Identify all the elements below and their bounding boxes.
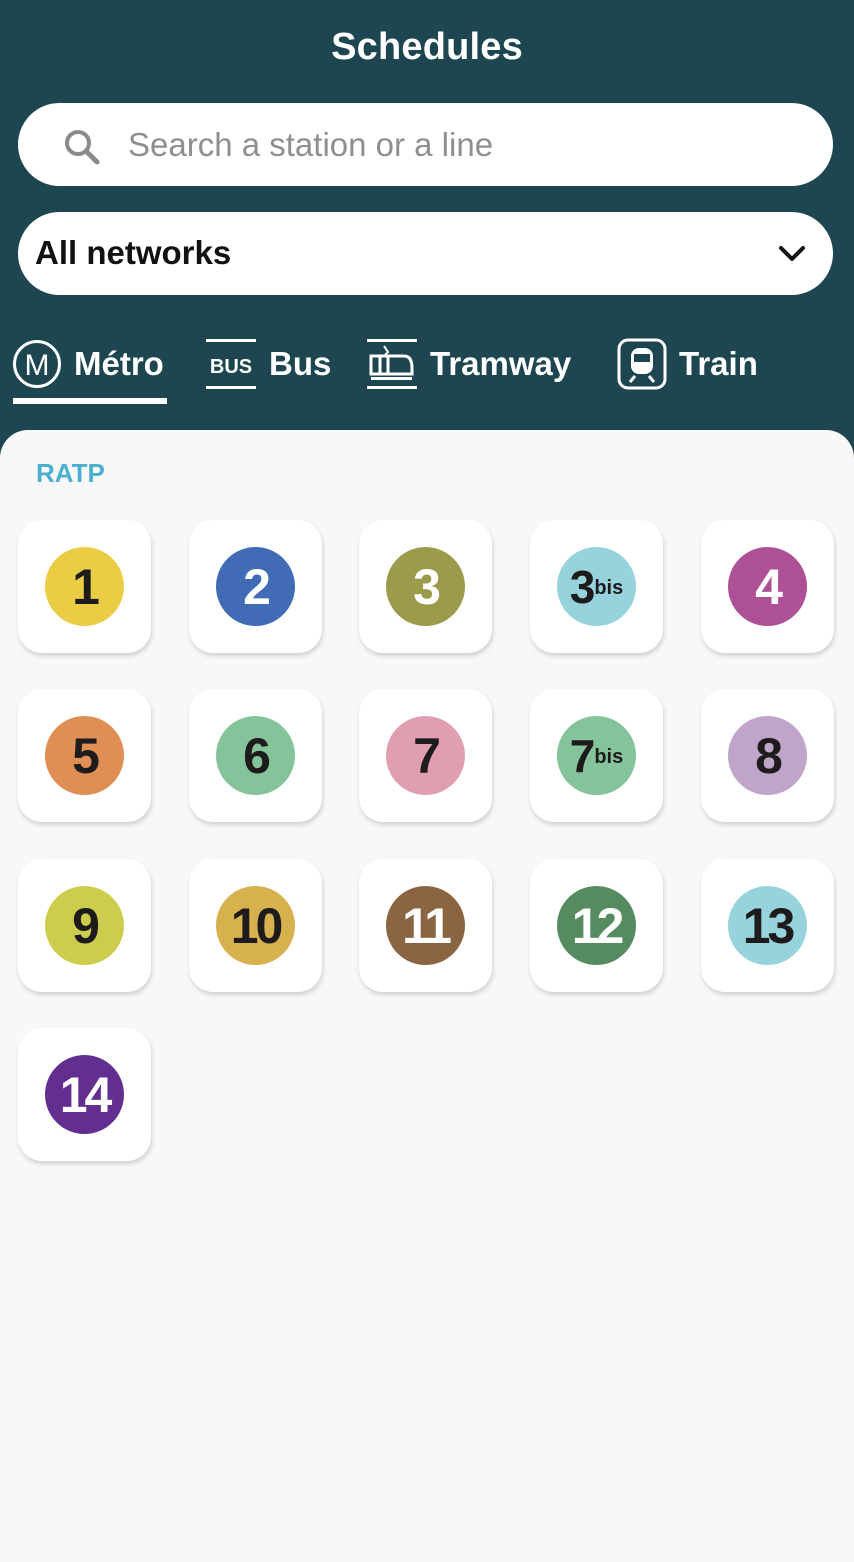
line-card[interactable]: 10: [189, 859, 322, 992]
chevron-down-icon: [779, 246, 805, 261]
network-select-value: All networks: [35, 234, 232, 271]
search-bar[interactable]: [18, 103, 833, 186]
tab-bus[interactable]: BUS Bus: [205, 338, 331, 390]
metro-line-badge: 14: [45, 1055, 124, 1134]
line-number: 12: [571, 897, 625, 954]
transport-tabs: M Métro BUS Bus Tramway Train: [0, 330, 854, 410]
line-number: 3: [413, 558, 441, 615]
metro-line-badge: 8: [728, 716, 807, 795]
line-card[interactable]: 7 bis: [530, 689, 663, 822]
search-icon: [65, 130, 100, 165]
line-number: 6: [243, 727, 271, 784]
line-card[interactable]: 5: [18, 689, 151, 822]
metro-line-badge: 7 bis: [557, 716, 636, 795]
tab-tramway[interactable]: Tramway: [366, 338, 571, 390]
line-card[interactable]: 4: [701, 520, 834, 653]
metro-line-badge: 9: [45, 886, 124, 965]
line-number: 8: [755, 727, 783, 784]
metro-line-badge: 13: [728, 886, 807, 965]
line-number: 2: [243, 558, 271, 615]
lines-grid: 1 2 3 3 bis 4 5 6 7 7 bis 8 9 10 11 12 13 14: [0, 430, 854, 1562]
lines-panel: RATP 1 2 3 3 bis 4 5 6 7 7 bis 8 9 10 11 12 13 14: [0, 430, 854, 1562]
line-card[interactable]: 3 bis: [530, 520, 663, 653]
tab-bus-label: Bus: [269, 345, 332, 382]
svg-text:M: M: [25, 349, 50, 382]
line-card[interactable]: 12: [530, 859, 663, 992]
svg-text:BUS: BUS: [210, 356, 252, 378]
line-number: 13: [742, 897, 796, 954]
tab-metro[interactable]: M Métro: [12, 338, 164, 390]
metro-line-badge: 5: [45, 716, 124, 795]
line-card[interactable]: 2: [189, 520, 322, 653]
line-number: 1: [72, 558, 100, 615]
metro-line-badge: 10: [216, 886, 295, 965]
tramway-icon: [367, 339, 417, 389]
metro-line-badge: 4: [728, 547, 807, 626]
line-suffix: bis: [594, 746, 624, 768]
line-card[interactable]: 3: [359, 520, 492, 653]
line-number: 9: [72, 897, 100, 954]
tab-train[interactable]: Train: [617, 338, 758, 390]
line-number: 5: [72, 727, 100, 784]
search-input[interactable]: [128, 117, 808, 173]
tab-tramway-label: Tramway: [430, 345, 572, 382]
network-select[interactable]: All networks: [18, 212, 833, 295]
tab-metro-label: Métro: [74, 345, 164, 382]
metro-line-badge: 12: [557, 886, 636, 965]
train-icon: [617, 338, 667, 390]
line-number: 7: [569, 729, 596, 782]
line-number: 11: [402, 897, 452, 954]
metro-line-badge: 6: [216, 716, 295, 795]
line-card[interactable]: 9: [18, 859, 151, 992]
line-number: 7: [413, 727, 441, 784]
metro-line-badge: 7: [386, 716, 465, 795]
line-card[interactable]: 6: [189, 689, 322, 822]
metro-line-badge: 3 bis: [557, 547, 636, 626]
metro-line-badge: 11: [386, 886, 465, 965]
tab-train-label: Train: [679, 345, 758, 382]
header: Schedules All networks M Métro BUS: [0, 0, 854, 440]
line-number: 10: [230, 897, 284, 954]
line-suffix: bis: [594, 577, 624, 599]
page-title: Schedules: [331, 26, 523, 68]
line-card[interactable]: 7: [359, 689, 492, 822]
line-card[interactable]: 13: [701, 859, 834, 992]
line-number: 14: [59, 1066, 113, 1123]
metro-line-badge: 3: [386, 547, 465, 626]
line-card[interactable]: 11: [359, 859, 492, 992]
line-card[interactable]: 1: [18, 520, 151, 653]
line-card[interactable]: 8: [701, 689, 834, 822]
line-card[interactable]: 14: [18, 1028, 151, 1161]
line-number: 4: [755, 558, 783, 615]
bus-icon: BUS: [206, 339, 256, 389]
metro-line-badge: 1: [45, 547, 124, 626]
line-number: 3: [569, 560, 596, 613]
metro-line-badge: 2: [216, 547, 295, 626]
metro-icon: M: [13, 340, 61, 388]
active-tab-indicator: [13, 398, 167, 404]
